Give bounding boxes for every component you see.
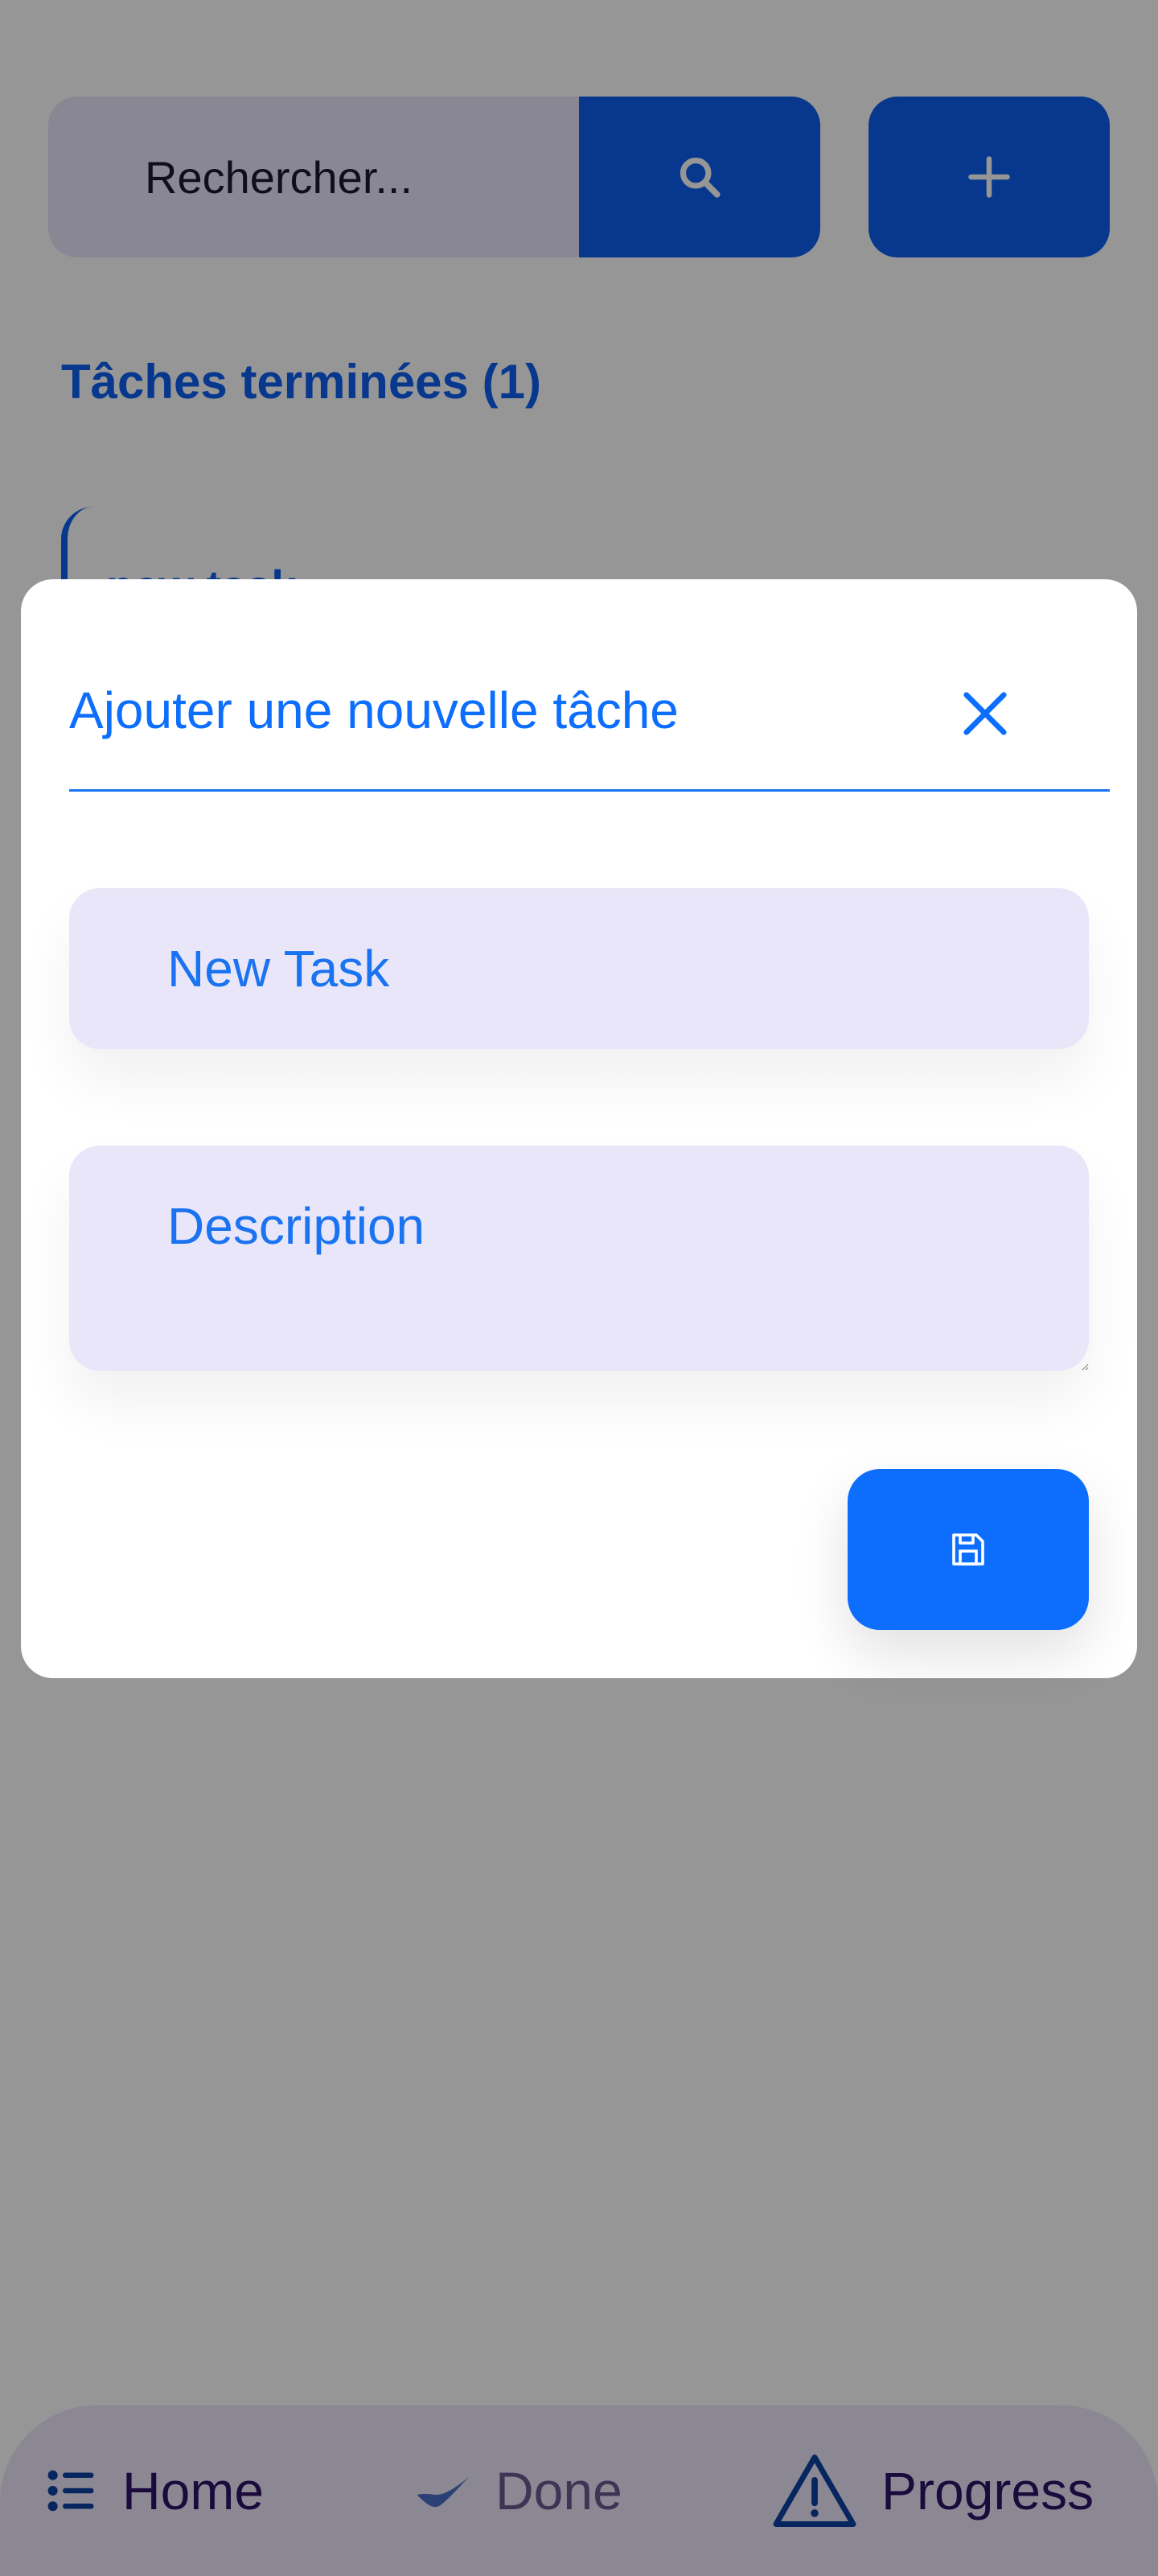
- task-description-input[interactable]: [69, 1146, 1089, 1371]
- close-icon: [963, 692, 1007, 735]
- task-title-input[interactable]: [69, 888, 1089, 1049]
- app-screen: Tâches terminées (1) new task Home Done: [0, 0, 1158, 2576]
- modal-title: Ajouter une nouvelle tâche: [69, 681, 679, 739]
- add-task-modal: Ajouter une nouvelle tâche: [21, 579, 1137, 1678]
- close-button[interactable]: [941, 669, 1029, 758]
- floppy-disk-icon: [952, 1533, 984, 1566]
- save-button[interactable]: [848, 1469, 1089, 1630]
- modal-header: Ajouter une nouvelle tâche: [69, 579, 1110, 792]
